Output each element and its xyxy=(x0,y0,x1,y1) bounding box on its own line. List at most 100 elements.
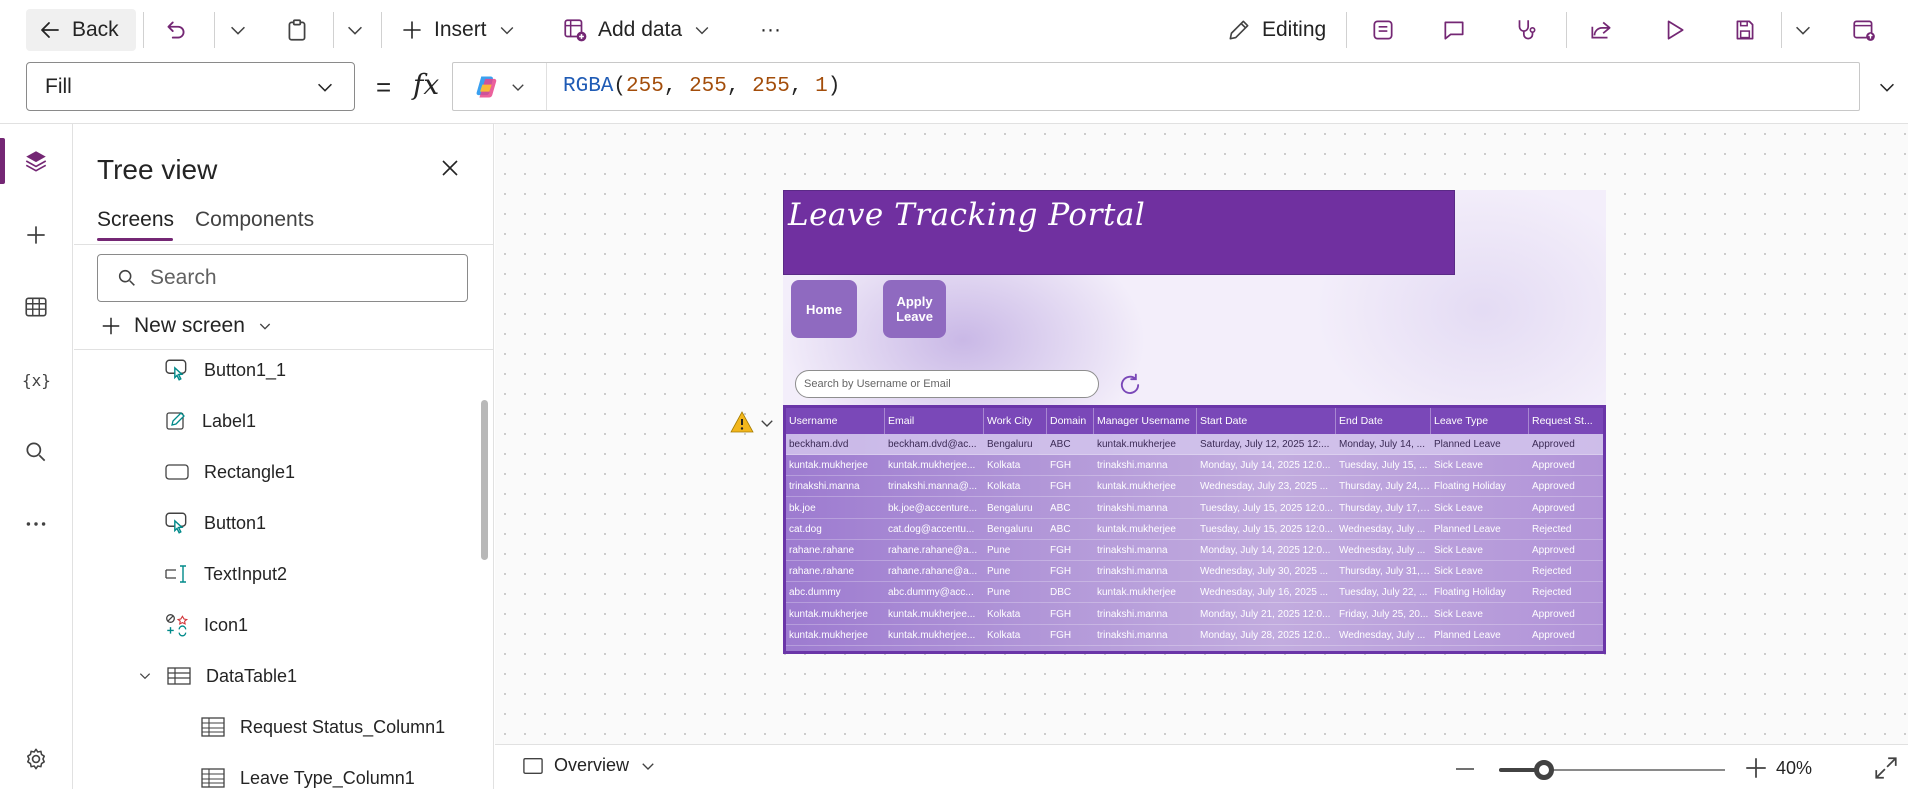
rail-variables[interactable]: {x} xyxy=(0,355,72,405)
rail-insert[interactable] xyxy=(0,210,72,260)
chevron-down-icon xyxy=(139,673,151,680)
table-row[interactable]: kuntak.mukherjee kuntak.mukherjee... Kolka… xyxy=(786,625,1603,646)
icon-control-icon xyxy=(166,614,189,637)
rail-search[interactable] xyxy=(0,427,72,477)
toolbar-divider xyxy=(1781,12,1782,48)
column-header[interactable]: End Date xyxy=(1336,408,1431,434)
play-icon xyxy=(1667,20,1684,40)
refresh-button[interactable] xyxy=(1116,371,1144,404)
tree-node-datatable1[interactable]: DataTable1 xyxy=(138,656,297,696)
app-search-input[interactable]: Search by Username or Email xyxy=(795,370,1099,398)
zoom-slider-thumb[interactable] xyxy=(1534,760,1555,780)
tree-node-label1[interactable]: Label1 xyxy=(164,401,256,441)
health-check-button[interactable] xyxy=(1513,9,1539,51)
rail-more[interactable] xyxy=(0,499,72,549)
app-title-bar[interactable]: Leave Tracking Portal xyxy=(783,190,1455,275)
column-icon xyxy=(201,717,225,737)
paste-button[interactable] xyxy=(284,9,310,51)
table-row[interactable]: bk.joe bk.joe@accenture... Bengaluru ABC tri… xyxy=(786,498,1603,519)
zoom-out-button[interactable] xyxy=(1453,757,1477,786)
warning-indicator[interactable] xyxy=(730,411,754,438)
table-cell: FGH xyxy=(1050,608,1072,620)
column-header[interactable]: Username xyxy=(786,408,885,434)
save-button[interactable] xyxy=(1732,9,1758,51)
table-cell: beckham.dvd xyxy=(789,439,849,450)
rail-data[interactable] xyxy=(0,282,72,332)
share-button[interactable] xyxy=(1588,9,1614,51)
expand-formula-button[interactable] xyxy=(1876,76,1898,103)
fit-to-window-button[interactable] xyxy=(1873,755,1899,786)
column-header[interactable]: Domain xyxy=(1047,408,1094,434)
expand-icon xyxy=(1875,757,1897,779)
editing-mode-button[interactable]: Editing xyxy=(1226,9,1326,51)
table-row[interactable]: rahane.rahane rahane.rahane@a... Pune FGH tr… xyxy=(786,561,1603,583)
table-row[interactable]: abc.dummy abc.dummy@acc... Pune DBC kuntak.m… xyxy=(786,582,1603,604)
table-row[interactable]: kuntak.mukherjee kuntak.mukherjee... Kolka… xyxy=(786,455,1603,477)
formula-text: RGBA(255, 255, 255, 1) xyxy=(563,75,841,98)
overview-button[interactable]: Overview xyxy=(522,755,657,776)
apply-leave-button[interactable]: Apply Leave xyxy=(883,280,946,338)
table-row[interactable]: cat.dog cat.dog@accentu... Bengaluru ABC kun… xyxy=(786,519,1603,540)
tree-search-input[interactable]: Search xyxy=(97,254,468,302)
tree-node-button1-1[interactable]: Button1_1 xyxy=(164,350,286,390)
tree-node-leave-type-column[interactable]: Leave Type_Column1 xyxy=(200,758,415,789)
table-cell: Monday, July 14, 2025 12:0... xyxy=(1200,545,1331,556)
column-header[interactable]: Start Date xyxy=(1197,408,1336,434)
tab-components[interactable]: Components xyxy=(195,208,314,232)
column-header[interactable]: Email xyxy=(885,408,984,434)
save-options-button[interactable] xyxy=(1792,9,1814,51)
table-icon xyxy=(25,297,47,317)
zoom-in-button[interactable] xyxy=(1743,755,1769,786)
table-cell: rahane.rahane xyxy=(789,566,855,578)
formula-input[interactable]: RGBA(255, 255, 255, 1) xyxy=(452,62,1860,111)
tree-node-textinput2[interactable]: TextInput2 xyxy=(164,554,287,594)
comments-button[interactable] xyxy=(1441,9,1467,51)
close-tree-button[interactable] xyxy=(438,156,462,185)
leave-data-table[interactable]: Username Email Work City Domain Manager User… xyxy=(783,405,1606,654)
back-button[interactable]: Back xyxy=(26,9,136,51)
app-screen-preview[interactable]: Leave Tracking Portal Home Apply Leave Se… xyxy=(783,190,1606,654)
home-button[interactable]: Home xyxy=(791,280,857,338)
table-cell: Thursday, July 17, ... xyxy=(1339,502,1431,514)
chevron-down-icon xyxy=(761,420,773,427)
tree-scrollbar[interactable] xyxy=(481,400,488,560)
property-dropdown[interactable]: Fill xyxy=(26,62,355,111)
table-row[interactable]: beckham.dvd beckham.dvd@ac... Bengaluru ABC… xyxy=(786,434,1603,455)
refresh-icon xyxy=(1120,373,1140,394)
table-cell: kuntak.mukherjee xyxy=(1097,523,1176,535)
warning-expand-button[interactable] xyxy=(758,414,776,437)
tab-screens[interactable]: Screens xyxy=(97,208,174,232)
app-checker-button[interactable] xyxy=(1370,9,1396,51)
table-cell: Monday, July 28, 2025 12:0... xyxy=(1200,629,1331,641)
column-header[interactable]: Work City xyxy=(984,408,1047,434)
tree-node-request-status-column[interactable]: Request Status_Column1 xyxy=(200,707,445,747)
table-cell: Tuesday, July 15, 2025 12:0... xyxy=(1200,523,1333,535)
rail-tree-view[interactable] xyxy=(0,136,72,186)
chevron-down-icon xyxy=(231,26,245,35)
column-header[interactable]: Manager Username xyxy=(1094,408,1197,434)
table-row[interactable]: kuntak.mukherjee kuntak.mukherjee... Kolka… xyxy=(786,604,1603,625)
preview-button[interactable] xyxy=(1661,9,1687,51)
column-header[interactable]: Request St... xyxy=(1529,408,1603,434)
paste-dropdown-button[interactable] xyxy=(344,9,366,51)
table-cell: Pune xyxy=(987,587,1011,599)
undo-button[interactable] xyxy=(163,9,189,51)
more-options-button[interactable]: ··· xyxy=(760,9,781,51)
tree-node-rectangle1[interactable]: Rectangle1 xyxy=(164,452,295,492)
table-cell: FGH xyxy=(1050,566,1072,578)
table-cell: Sick Leave xyxy=(1434,460,1483,472)
new-screen-button[interactable]: New screen xyxy=(100,314,273,338)
insert-button[interactable]: Insert xyxy=(400,9,517,51)
rail-settings[interactable] xyxy=(0,734,72,784)
publish-button[interactable] xyxy=(1851,9,1877,51)
undo-dropdown-button[interactable] xyxy=(227,9,249,51)
add-data-button[interactable]: Add data xyxy=(562,9,712,51)
chevron-down-icon xyxy=(348,26,362,35)
copilot-button[interactable] xyxy=(453,63,547,110)
column-header[interactable]: Leave Type xyxy=(1431,408,1529,434)
tree-node-button1[interactable]: Button1 xyxy=(164,503,266,543)
tree-node-icon1[interactable]: Icon1 xyxy=(164,605,248,645)
table-row[interactable]: rahane.rahane rahane.rahane@a... Pune FGH tr… xyxy=(786,540,1603,561)
table-cell: kuntak.mukherjee xyxy=(789,629,868,641)
table-row[interactable]: trinakshi.manna trinakshi.manna@... Kolkat… xyxy=(786,476,1603,498)
